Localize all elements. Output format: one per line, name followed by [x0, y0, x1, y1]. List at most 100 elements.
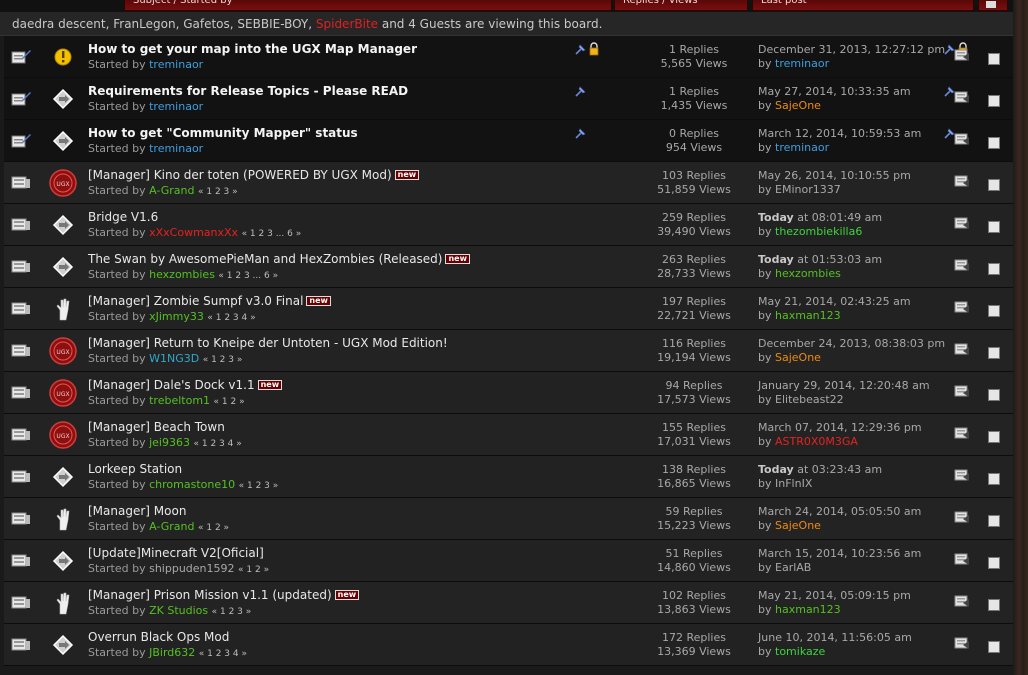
last-poster-link[interactable]: SajeOne	[775, 351, 821, 364]
topic-select-checkbox[interactable]	[988, 137, 1000, 149]
topic-select-checkbox[interactable]	[988, 473, 1000, 485]
topic-row[interactable]: The Swan by AwesomePieMan and HexZombies…	[4, 246, 1013, 288]
topic-author-link[interactable]: A-Grand	[149, 520, 194, 533]
topic-title-link[interactable]: Bridge V1.6	[88, 210, 158, 224]
topic-author-link[interactable]: shippuden1592	[149, 562, 234, 575]
last-poster-link[interactable]: SajeOne	[775, 519, 821, 532]
page-links[interactable]: « 1 2 3 »	[239, 481, 279, 491]
go-to-last-post-icon[interactable]	[954, 426, 970, 440]
topic-title-link[interactable]: [Manager] Beach Town	[88, 420, 225, 434]
topic-author-link[interactable]: treminaor	[149, 58, 203, 71]
topic-row[interactable]: Lorkeep Station Started by chromastone10 …	[4, 456, 1013, 498]
last-poster-link[interactable]: haxman123	[775, 603, 841, 616]
topic-row[interactable]: UGX [Manager] Beach Town Started by jei936…	[4, 414, 1013, 456]
topic-select-checkbox[interactable]	[988, 641, 1000, 653]
header-select-all[interactable]	[978, 0, 1008, 11]
topic-author-link[interactable]: jei9363	[149, 436, 190, 449]
go-to-last-post-icon[interactable]	[954, 384, 970, 398]
page-links[interactable]: « 1 2 3 »	[198, 187, 238, 197]
go-to-last-post-icon[interactable]	[954, 132, 970, 146]
topic-title-link[interactable]: [Manager] Prison Mission v1.1 (updated)	[88, 588, 332, 602]
topic-author-link[interactable]: A-Grand	[149, 184, 194, 197]
topic-title-link[interactable]: The Swan by AwesomePieMan and HexZombies…	[88, 252, 442, 266]
go-to-last-post-icon[interactable]	[954, 552, 970, 566]
topic-select-checkbox[interactable]	[988, 263, 1000, 275]
topic-author-link[interactable]: xJimmy33	[149, 310, 204, 323]
last-poster-link[interactable]: treminaor	[775, 141, 829, 154]
topic-row[interactable]: [Manager] Moon Started by A-Grand « 1 2 »…	[4, 498, 1013, 540]
topic-author-link[interactable]: trebeltom1	[149, 394, 210, 407]
topic-row[interactable]: UGX [Manager] Kino der toten (POWERED BY …	[4, 162, 1013, 204]
last-poster-link[interactable]: ASTR0X0M3GA	[775, 435, 858, 448]
last-poster-link[interactable]: EarlAB	[775, 561, 811, 574]
new-badge[interactable]: new	[445, 254, 470, 264]
topic-select-checkbox[interactable]	[988, 557, 1000, 569]
topic-select-checkbox[interactable]	[988, 221, 1000, 233]
header-last-post[interactable]: Last post	[752, 0, 974, 11]
go-to-last-post-icon[interactable]	[954, 174, 970, 188]
last-poster-link[interactable]: treminaor	[775, 57, 829, 70]
header-subject[interactable]: Subject / Started by	[124, 0, 612, 11]
topic-author-link[interactable]: chromastone10	[149, 478, 235, 491]
new-badge[interactable]: new	[394, 170, 420, 180]
page-links[interactable]: « 1 2 3 ... 6 »	[218, 271, 278, 281]
page-links[interactable]: « 1 2 3 4 »	[193, 439, 241, 449]
topic-title-link[interactable]: Lorkeep Station	[88, 462, 182, 476]
topic-title-link[interactable]: How to get "Community Mapper" status	[88, 126, 358, 140]
topic-row[interactable]: How to get "Community Mapper" status Star…	[4, 120, 1013, 162]
topic-title-link[interactable]: Overrun Black Ops Mod	[88, 630, 229, 644]
topic-select-checkbox[interactable]	[988, 431, 1000, 443]
topic-author-link[interactable]: ZK Studios	[149, 604, 208, 617]
go-to-last-post-icon[interactable]	[954, 258, 970, 272]
topic-select-checkbox[interactable]	[988, 305, 1000, 317]
new-badge[interactable]: new	[257, 380, 283, 390]
last-poster-link[interactable]: tomikaze	[775, 645, 825, 658]
go-to-last-post-icon[interactable]	[954, 342, 970, 356]
topic-title-link[interactable]: [Manager] Moon	[88, 504, 186, 518]
topic-title-link[interactable]: [Manager] Kino der toten (POWERED BY UGX…	[88, 168, 392, 182]
topic-select-checkbox[interactable]	[988, 53, 1000, 65]
topic-row[interactable]: [Manager] Zombie Sumpf v3.0 Final new Star…	[4, 288, 1013, 330]
go-to-last-post-icon[interactable]	[954, 48, 970, 62]
topic-select-checkbox[interactable]	[988, 347, 1000, 359]
topic-row[interactable]: How to get your map into the UGX Map Man…	[4, 36, 1013, 78]
page-links[interactable]: « 1 2 »	[214, 397, 245, 407]
topic-select-checkbox[interactable]	[988, 515, 1000, 527]
new-badge[interactable]: new	[306, 296, 331, 306]
topic-title-link[interactable]: [Manager] Zombie Sumpf v3.0 Final	[88, 294, 303, 308]
go-to-last-post-icon[interactable]	[954, 300, 970, 314]
topic-author-link[interactable]: W1NG3D	[149, 352, 199, 365]
viewer-spiderbite[interactable]: SpiderBite	[316, 17, 378, 31]
last-poster-link[interactable]: Elitebeast22	[775, 393, 844, 406]
topic-select-checkbox[interactable]	[988, 95, 1000, 107]
last-poster-link[interactable]: SajeOne	[775, 99, 821, 112]
topic-author-link[interactable]: treminaor	[149, 142, 203, 155]
topic-author-link[interactable]: xXxCowmanxXx	[149, 226, 238, 239]
page-links[interactable]: « 1 2 3 ... 6 »	[242, 229, 302, 239]
topic-author-link[interactable]: treminaor	[149, 100, 203, 113]
topic-title-link[interactable]: [Update]Minecraft V2[Oficial]	[88, 546, 264, 560]
topic-row[interactable]: Requirements for Release Topics - Please…	[4, 78, 1013, 120]
topic-title-link[interactable]: [Manager] Return to Kneipe der Untoten -…	[88, 336, 448, 350]
topic-author-link[interactable]: JBird632	[149, 646, 195, 659]
page-links[interactable]: « 1 2 3 »	[203, 355, 243, 365]
topic-row[interactable]: [Update]Minecraft V2[Oficial] Started by …	[4, 540, 1013, 582]
topic-title-link[interactable]: How to get your map into the UGX Map Man…	[88, 42, 417, 56]
header-stats[interactable]: Replies / Views	[614, 0, 748, 11]
page-links[interactable]: « 1 2 »	[198, 523, 229, 533]
go-to-last-post-icon[interactable]	[954, 216, 970, 230]
topic-row[interactable]: Bridge V1.6 Started by xXxCowmanxXx « 1 2…	[4, 204, 1013, 246]
topic-select-checkbox[interactable]	[988, 179, 1000, 191]
topic-select-checkbox[interactable]	[988, 599, 1000, 611]
page-links[interactable]: « 1 2 »	[238, 565, 269, 575]
go-to-last-post-icon[interactable]	[954, 636, 970, 650]
topic-title-link[interactable]: Requirements for Release Topics - Please…	[88, 84, 408, 98]
topic-row[interactable]: Overrun Black Ops Mod Started by JBird632…	[4, 624, 1013, 666]
last-poster-link[interactable]: hexzombies	[775, 267, 841, 280]
topic-select-checkbox[interactable]	[988, 389, 1000, 401]
go-to-last-post-icon[interactable]	[954, 90, 970, 104]
last-poster-link[interactable]: EMinor1337	[775, 183, 841, 196]
topic-author-link[interactable]: hexzombies	[149, 268, 215, 281]
page-links[interactable]: « 1 2 3 »	[212, 607, 252, 617]
page-links[interactable]: « 1 2 3 4 »	[207, 313, 255, 323]
